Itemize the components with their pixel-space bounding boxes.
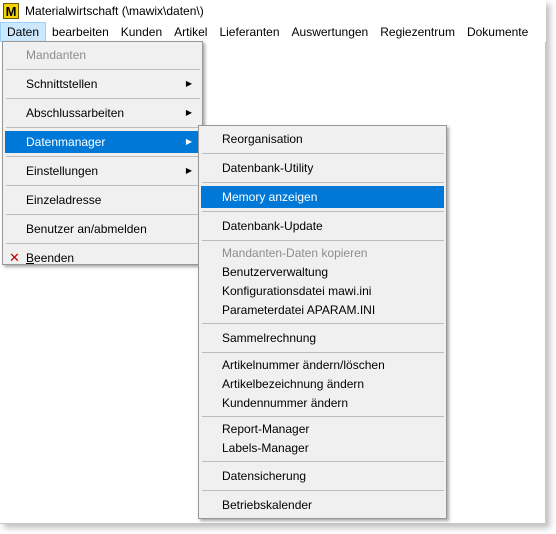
window-title: Materialwirtschaft (\mawix\daten\) [25,4,204,18]
menu-item-label: Datenmanager [26,135,106,149]
title-bar: M Materialwirtschaft (\mawix\daten\) [0,0,546,22]
menu-item-benutzerverwaltung[interactable]: Benutzerverwaltung [201,263,444,282]
menu-separator [202,182,444,183]
menu-item-mandanten-daten-kopieren: Mandanten-Daten kopieren [222,246,368,260]
menu-item-einzeladresse[interactable]: Einzeladresse [5,189,200,211]
menu-item-sammelrechnung[interactable]: Sammelrechnung [201,327,444,349]
datenmanager-submenu: Reorganisation Datenbank-Utility Memory … [198,125,447,519]
menu-kunden[interactable]: Kunden [115,22,168,42]
menu-item-schnittstellen[interactable]: Schnittstellen ▶ [5,73,200,95]
menu-item-label: Abschlussarbeiten [26,106,125,120]
menu-item-artikelbezeichnung-aendern[interactable]: Artikelbezeichnung ändern [201,375,444,394]
menu-bar: Daten bearbeiten Kunden Artikel Lieferan… [0,22,546,42]
menu-separator [202,153,444,154]
menu-separator [202,461,444,462]
menu-separator [202,490,444,491]
menu-item-report-manager[interactable]: Report-Manager [201,420,444,439]
menu-separator [6,185,200,186]
menu-separator [6,98,200,99]
menu-separator [202,240,444,241]
close-x-icon: ✕ [9,250,20,265]
menu-artikel[interactable]: Artikel [168,22,213,42]
submenu-arrow-icon: ▶ [185,79,192,88]
menu-separator [6,156,200,157]
menu-item-datenmanager[interactable]: Datenmanager ▶ [5,131,200,153]
menu-item-label: eenden [34,251,75,265]
menu-lieferanten[interactable]: Lieferanten [213,22,285,42]
menu-separator [202,323,444,324]
menu-auswertungen[interactable]: Auswertungen [286,22,375,42]
menu-item-betriebskalender[interactable]: Betriebskalender [201,494,444,516]
menu-bearbeiten[interactable]: bearbeiten [46,22,115,42]
menu-separator [6,243,200,244]
submenu-arrow-icon: ▶ [185,166,192,175]
menu-item-parameterdatei[interactable]: Parameterdatei APARAM.INI [201,301,444,320]
submenu-arrow-icon: ▶ [185,137,192,146]
menu-item-mnemonic: B [26,251,35,265]
menu-item-beenden[interactable]: ✕ Beenden [5,247,200,269]
menu-item-labels-manager[interactable]: Labels-Manager [201,439,444,458]
menu-separator [6,127,200,128]
menu-separator [202,211,444,212]
menu-item-label: Einstellungen [26,164,99,178]
menu-item-memory-anzeigen[interactable]: Memory anzeigen [201,186,444,208]
menu-separator [6,214,200,215]
menu-item-reorganisation[interactable]: Reorganisation [201,128,444,150]
menu-daten[interactable]: Daten [0,22,47,42]
menu-separator [6,69,200,70]
submenu-arrow-icon: ▶ [185,108,192,117]
menu-separator [202,352,444,353]
menu-regiezentrum[interactable]: Regiezentrum [374,22,461,42]
menu-item-benutzer-an-abmelden[interactable]: Benutzer an/abmelden [5,218,200,240]
menu-item-artikelnummer-aendern[interactable]: Artikelnummer ändern/löschen [201,356,444,375]
menu-item-datenbank-update[interactable]: Datenbank-Update [201,215,444,237]
app-icon: M [3,3,19,19]
menu-item-datensicherung[interactable]: Datensicherung [201,465,444,487]
menu-item-mandanten: Mandanten [26,48,87,62]
menu-separator [202,416,444,417]
menu-item-kundennummer-aendern[interactable]: Kundennummer ändern [201,394,444,413]
menu-item-datenbank-utility[interactable]: Datenbank-Utility [201,157,444,179]
menu-dokumente[interactable]: Dokumente [461,22,534,42]
menu-item-einstellungen[interactable]: Einstellungen ▶ [5,160,200,182]
menu-item-abschlussarbeiten[interactable]: Abschlussarbeiten ▶ [5,102,200,124]
daten-dropdown-menu: Mandanten Schnittstellen ▶ Abschlussarbe… [2,41,203,265]
menu-item-label: Schnittstellen [26,77,98,91]
menu-item-konfigurationsdatei[interactable]: Konfigurationsdatei mawi.ini [201,282,444,301]
